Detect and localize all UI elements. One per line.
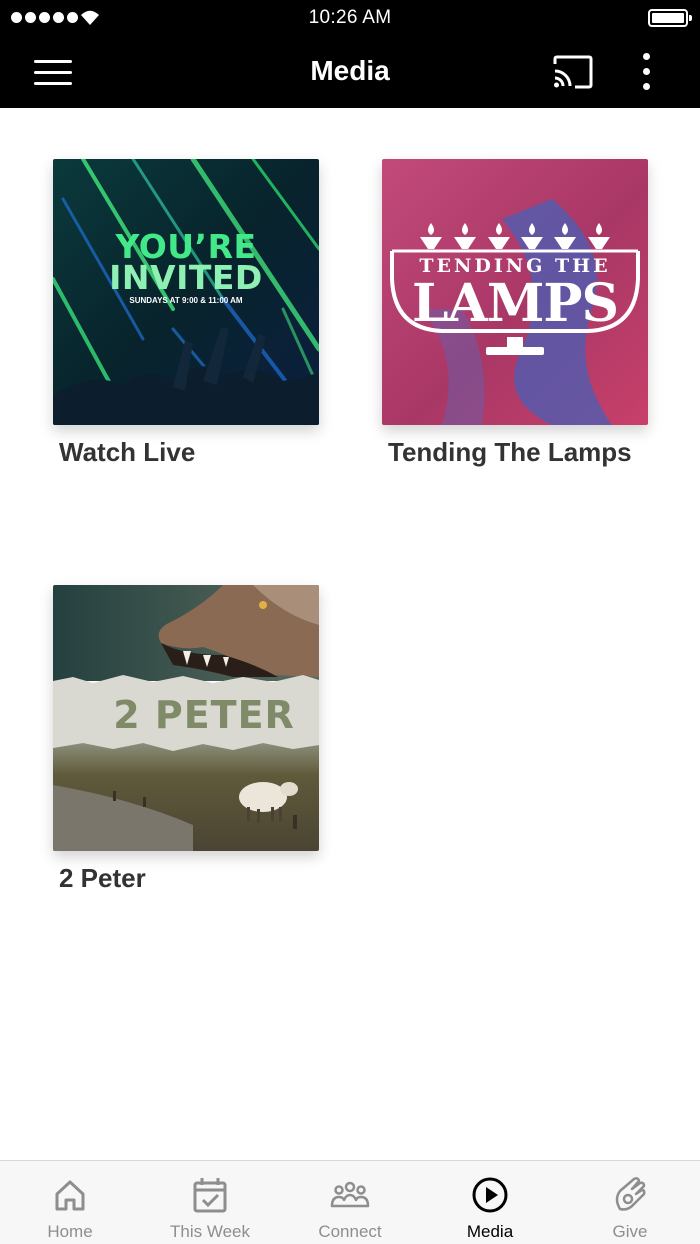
play-circle-icon [472,1177,508,1213]
tab-this-week[interactable]: This Week [140,1161,280,1244]
artwork-headline: 2 PETER [113,693,295,737]
people-group-icon [330,1181,370,1208]
more-vertical-icon [643,53,650,60]
tab-home[interactable]: Home [0,1161,140,1244]
calendar-check-icon [193,1178,227,1213]
tab-connect[interactable]: Connect [280,1161,420,1244]
tab-label: Media [466,1222,514,1241]
media-thumbnail[interactable]: YOU’RE INVITED SUNDAYS AT 9:00 & 11:00 A… [53,159,319,425]
media-item-title[interactable]: Tending The Lamps [388,437,632,468]
media-item-tending-the-lamps[interactable]: TENDING THE LAMPS Tending The Lamps [382,159,682,489]
tab-media[interactable]: Media [420,1161,560,1244]
media-item-title[interactable]: Watch Live [59,437,195,468]
media-thumbnail[interactable]: 2 PETER [53,585,319,851]
battery-icon [648,9,692,27]
navigation-header: Media [0,36,700,108]
cast-button[interactable] [548,50,596,94]
tab-bar: Home This Week Connect Media Give [0,1160,700,1244]
media-item-watch-live[interactable]: YOU’RE INVITED SUNDAYS AT 9:00 & 11:00 A… [53,159,353,489]
artwork-subtitle: SUNDAYS AT 9:00 & 11:00 AM [129,296,243,305]
media-thumbnail[interactable]: TENDING THE LAMPS [382,159,648,425]
tab-give[interactable]: Give [560,1161,700,1244]
status-bar: 10:26 AM [0,0,700,36]
status-time: 10:26 AM [308,7,392,28]
tab-label: Home [47,1222,93,1241]
media-item-title[interactable]: 2 Peter [59,863,146,894]
artwork-headline: LAMPS [411,273,619,334]
cast-icon [553,55,593,89]
artwork-headline: INVITED [109,258,263,297]
media-item-2-peter[interactable]: 2 PETER 2 Peter [53,585,353,915]
more-options-button[interactable] [630,50,664,94]
tab-label: Give [612,1222,648,1241]
tab-label: This Week [170,1222,250,1241]
give-hand-icon [615,1177,646,1211]
tab-label: Connect [318,1222,382,1241]
home-icon [55,1180,85,1211]
